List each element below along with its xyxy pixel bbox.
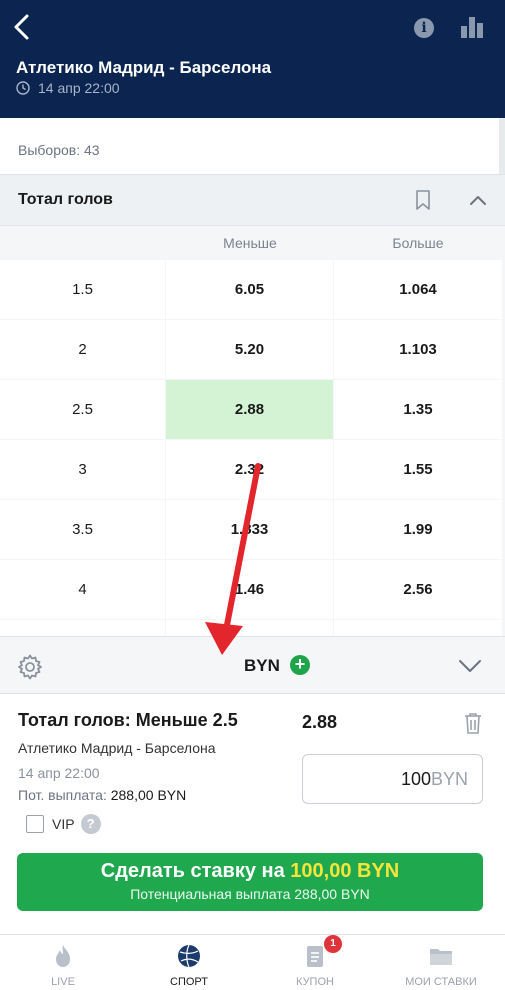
- chevron-down-icon[interactable]: [458, 659, 482, 673]
- vip-label: VIP: [52, 816, 75, 832]
- odds-row: 3 2.32 1.55: [0, 440, 505, 500]
- stake-currency: BYN: [430, 769, 468, 789]
- vip-checkbox[interactable]: [26, 815, 44, 833]
- place-bet-prefix: Сделать ставку на: [100, 860, 291, 882]
- column-under-label: Меньше: [223, 235, 277, 251]
- under-odds-button[interactable]: [166, 620, 333, 636]
- over-odds-button[interactable]: 1.55: [334, 440, 502, 499]
- under-odds-button-selected[interactable]: 2.88: [166, 380, 333, 439]
- match-title: Атлетико Мадрид - Барселона: [16, 58, 272, 77]
- under-odds-button[interactable]: 6.05: [166, 260, 333, 319]
- stats-icon[interactable]: [460, 16, 484, 38]
- coupon-bar[interactable]: BYN +: [0, 636, 505, 694]
- stake-input[interactable]: 100BYN: [302, 754, 483, 804]
- nav-label: МОИ СТАВКИ: [405, 976, 477, 988]
- plus-icon[interactable]: +: [290, 655, 310, 675]
- place-bet-button[interactable]: Сделать ставку на 100,00 BYN Потенциальн…: [17, 853, 483, 911]
- odds-row: 1.5 6.05 1.064: [0, 260, 505, 320]
- under-odds-button[interactable]: 5.20: [166, 320, 333, 379]
- over-odds-button[interactable]: 1.99: [334, 500, 502, 559]
- bet-title: Тотал голов: Меньше 2.5: [18, 710, 238, 730]
- over-odds-button[interactable]: 2.56: [334, 560, 502, 619]
- column-over-label: Больше: [392, 235, 444, 251]
- odds-row: 3.5 1.833 1.99: [0, 500, 505, 560]
- match-time: 14 апр 22:00: [16, 80, 120, 96]
- bookmark-icon[interactable]: [414, 189, 432, 211]
- total-cell: 2: [0, 320, 165, 379]
- vip-row: VIP ?: [26, 814, 101, 834]
- total-cell: [0, 620, 165, 636]
- over-odds-button[interactable]: [334, 620, 502, 636]
- ball-icon: [178, 944, 200, 968]
- total-cell: 4: [0, 560, 165, 619]
- market-header[interactable]: Тотал голов: [0, 174, 505, 226]
- match-time-text: 14 апр 22:00: [38, 80, 120, 96]
- under-odds-button[interactable]: 1.46: [166, 560, 333, 619]
- payout-line: Пот. выплата: 288,00 BYN: [18, 787, 186, 803]
- place-bet-subtitle: Потенциальная выплата 288,00 BYN: [130, 886, 370, 902]
- odds-row: 2.5 2.88 1.35: [0, 380, 505, 440]
- folder-icon: [430, 949, 452, 965]
- place-bet-label: Сделать ставку на 100,00 BYN: [17, 860, 483, 883]
- help-icon[interactable]: ?: [80, 814, 101, 834]
- market-title: Тотал голов: [18, 191, 113, 208]
- nav-label: СПОРТ: [170, 976, 208, 988]
- odds-row-partial: [0, 620, 505, 636]
- odds-table: 1.5 6.05 1.064 2 5.20 1.103 2.5 2.88 1.3…: [0, 260, 505, 636]
- fire-icon: [56, 945, 70, 967]
- payout-label: Пот. выплата:: [18, 787, 107, 803]
- gear-icon[interactable]: [16, 653, 44, 681]
- stake-value: 100: [400, 769, 431, 789]
- match-header: i Атлетико Мадрид - Барселона 14 апр 22:…: [0, 0, 505, 118]
- nav-live[interactable]: LIVE: [0, 935, 126, 990]
- info-icon[interactable]: i: [414, 18, 434, 38]
- nav-coupon[interactable]: 1 КУПОН: [252, 935, 378, 990]
- column-header: Меньше Больше: [0, 226, 505, 260]
- odds-row: 4 1.46 2.56: [0, 560, 505, 620]
- under-odds-button[interactable]: 2.32: [166, 440, 333, 499]
- back-icon[interactable]: [10, 12, 34, 42]
- nav-label: КУПОН: [296, 976, 334, 988]
- over-odds-button[interactable]: 1.064: [334, 260, 502, 319]
- bet-slip: Тотал голов: Меньше 2.5 2.88 Атлетико Ма…: [0, 694, 505, 934]
- place-bet-amount: 100,00 BYN: [290, 860, 400, 882]
- bet-match: Атлетико Мадрид - Барселона: [18, 740, 216, 756]
- nav-sport[interactable]: СПОРТ: [126, 935, 252, 990]
- payout-value: 288,00 BYN: [110, 787, 187, 803]
- over-odds-button[interactable]: 1.103: [334, 320, 502, 379]
- clock-icon: [16, 81, 30, 95]
- chevron-up-icon[interactable]: [468, 193, 488, 207]
- odds-row: 2 5.20 1.103: [0, 320, 505, 380]
- nav-label: LIVE: [51, 976, 75, 988]
- choices-bar: Выборов: 43: [0, 118, 505, 174]
- over-odds-button[interactable]: 1.35: [334, 380, 502, 439]
- coupon-badge: 1: [324, 935, 342, 953]
- total-cell: 1.5: [0, 260, 165, 319]
- under-odds-button[interactable]: 1.833: [166, 500, 333, 559]
- bet-date: 14 апр 22:00: [18, 765, 100, 781]
- total-cell: 3.5: [0, 500, 165, 559]
- bottom-nav: LIVE СПОРТ 1 КУПОН МОИ СТАВКИ: [0, 934, 505, 990]
- bet-odds: 2.88: [302, 712, 338, 732]
- total-cell: 2.5: [0, 380, 165, 439]
- choices-count: Выборов: 43: [18, 142, 100, 158]
- total-cell: 3: [0, 440, 165, 499]
- currency-label: BYN: [244, 656, 280, 675]
- nav-my-bets[interactable]: МОИ СТАВКИ: [378, 935, 504, 990]
- trash-icon[interactable]: [464, 712, 482, 734]
